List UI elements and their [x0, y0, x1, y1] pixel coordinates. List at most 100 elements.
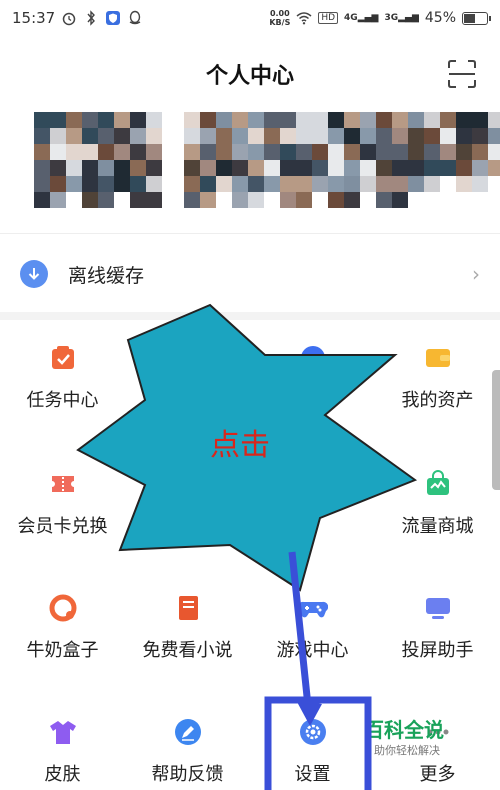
mosaic-tile: [82, 192, 98, 208]
mosaic-tile: [232, 192, 248, 208]
wifi-icon: [296, 12, 312, 25]
mosaic-tile: [344, 192, 360, 208]
mosaic-tile: [392, 128, 408, 144]
mosaic-tile: [296, 112, 312, 128]
book-icon: [172, 592, 204, 624]
mosaic-tile: [232, 128, 248, 144]
grid-item-milk-box[interactable]: 牛奶盒子: [0, 592, 125, 662]
mosaic-tile: [328, 144, 344, 160]
mosaic-tile: [456, 128, 472, 144]
grid-item-ticket[interactable]: 会员卡兑换: [0, 468, 125, 538]
mosaic-tile: [296, 144, 312, 160]
mosaic-tile: [392, 112, 408, 128]
grid-item-hidden[interactable]: [125, 342, 250, 386]
mosaic-tile: [34, 192, 50, 208]
mosaic-tile: [344, 160, 360, 176]
mosaic-tile: [408, 160, 424, 176]
mosaic-tile: [232, 144, 248, 160]
grid-item-pen[interactable]: 帮助反馈: [125, 716, 250, 786]
mosaic-tile: [344, 176, 360, 192]
mosaic-tile: [34, 160, 50, 176]
grid-item-label: 更多: [419, 764, 456, 785]
grid-item-label: 我的资产: [401, 390, 474, 411]
grid-item-shirt[interactable]: 皮肤: [0, 716, 125, 786]
mosaic-tile: [82, 176, 98, 192]
mosaic-tile: [82, 144, 98, 160]
username-mosaic: [184, 112, 500, 208]
user-profile-blurred[interactable]: [28, 112, 500, 220]
mosaic-tile: [264, 192, 280, 208]
hidden-icon: [297, 342, 329, 374]
scan-icon[interactable]: [446, 58, 478, 90]
grid-item-label: 投屏助手: [401, 640, 474, 661]
grid-item-gamepad[interactable]: 游戏中心: [250, 592, 375, 662]
mosaic-tile: [488, 112, 500, 128]
mosaic-tile: [376, 112, 392, 128]
grid-item-shop-bag[interactable]: 流量商城: [375, 468, 500, 538]
mosaic-tile: [184, 112, 200, 128]
mosaic-tile: [392, 176, 408, 192]
download-icon: [20, 260, 48, 288]
grid-item-label: 设置: [294, 764, 331, 785]
mosaic-tile: [456, 112, 472, 128]
signal-3g: 3G▂▄▆: [384, 13, 419, 23]
grid-item-wallet[interactable]: 我的资产: [375, 342, 500, 412]
mosaic-tile: [456, 176, 472, 192]
grid-item-label: 任务中心: [26, 390, 99, 411]
mosaic-tile: [200, 112, 216, 128]
mosaic-tile: [98, 176, 114, 192]
page-header: 个人中心: [0, 46, 500, 102]
grid-item-hidden[interactable]: [250, 342, 375, 386]
grid-item-cast-screen[interactable]: 投屏助手: [375, 592, 500, 662]
mosaic-tile: [216, 144, 232, 160]
mosaic-tile: [440, 160, 456, 176]
mosaic-tile: [216, 112, 232, 128]
grid-item-label: 免费看小说: [142, 640, 233, 661]
mosaic-tile: [408, 128, 424, 144]
mosaic-tile: [82, 160, 98, 176]
section-divider: [0, 312, 500, 320]
mosaic-tile: [114, 160, 130, 176]
avatar-mosaic: [34, 112, 162, 208]
battery-icon: [462, 11, 491, 25]
status-time: 15:37: [12, 9, 56, 27]
mosaic-tile: [66, 176, 82, 192]
mosaic-tile: [472, 176, 488, 192]
mosaic-tile: [472, 144, 488, 160]
offline-cache-row[interactable]: 离线缓存 ›: [0, 246, 500, 302]
status-bar: 15:37 0.00 KB/S HD 4G▂▄▆ 3G▂▄▆ 45%: [0, 0, 500, 36]
grid-item-task[interactable]: 任务中心: [0, 342, 125, 412]
mosaic-tile: [296, 192, 312, 208]
scrollbar[interactable]: [492, 370, 500, 490]
mosaic-tile: [114, 112, 130, 128]
mosaic-tile: [280, 160, 296, 176]
mosaic-tile: [50, 192, 66, 208]
mosaic-tile: [184, 144, 200, 160]
grid-item-book[interactable]: 免费看小说: [125, 592, 250, 662]
mosaic-tile: [184, 160, 200, 176]
mosaic-tile: [360, 176, 376, 192]
mosaic-tile: [114, 128, 130, 144]
mosaic-tile: [34, 128, 50, 144]
milk-box-icon: [47, 592, 79, 624]
divider: [0, 233, 500, 234]
mosaic-tile: [472, 112, 488, 128]
mosaic-tile: [146, 128, 162, 144]
mosaic-tile: [146, 160, 162, 176]
mosaic-tile: [232, 112, 248, 128]
mosaic-tile: [312, 128, 328, 144]
mosaic-tile: [488, 144, 500, 160]
gamepad-icon: [297, 592, 329, 624]
mosaic-tile: [424, 128, 440, 144]
mosaic-tile: [408, 144, 424, 160]
task-icon: [47, 342, 79, 374]
mosaic-tile: [280, 192, 296, 208]
mosaic-tile: [200, 128, 216, 144]
mosaic-tile: [408, 112, 424, 128]
mosaic-tile: [328, 176, 344, 192]
mosaic-tile: [488, 128, 500, 144]
mosaic-tile: [98, 192, 114, 208]
mosaic-tile: [312, 160, 328, 176]
mosaic-tile: [66, 112, 82, 128]
mosaic-tile: [376, 144, 392, 160]
